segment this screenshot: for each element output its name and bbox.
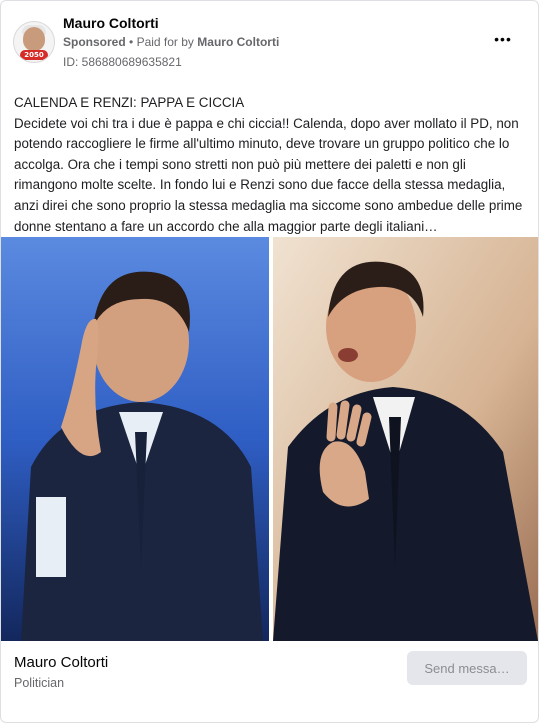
sponsored-label: Sponsored <box>63 35 126 49</box>
author-name[interactable]: Mauro Coltorti <box>63 15 159 31</box>
left-photo-illustration <box>1 237 269 641</box>
more-options-icon[interactable]: ••• <box>490 31 516 47</box>
footer-page-category: Politician <box>14 676 65 690</box>
post-headline: CALENDA E RENZI: PAPPA E CICCIA <box>14 95 245 110</box>
post-body: Decidete voi chi tra i due è pappa e chi… <box>14 115 523 234</box>
paid-by-name[interactable]: Mauro Coltorti <box>197 35 279 49</box>
paid-prefix: Paid for by <box>136 35 194 49</box>
right-photo-illustration <box>273 237 538 641</box>
footer-page-name[interactable]: Mauro Coltorti <box>14 654 108 671</box>
ad-id: ID: 586880689635821 <box>63 55 182 69</box>
send-message-button[interactable]: Send messa… <box>407 651 527 685</box>
ad-card: 2050 Mauro Coltorti Sponsored • Paid for… <box>0 0 539 723</box>
avatar-badge: 2050 <box>20 50 48 60</box>
post-text: CALENDA E RENZI: PAPPA E CICCIA Decidete… <box>14 93 524 237</box>
right-photo[interactable] <box>273 237 538 641</box>
avatar-face <box>23 27 45 51</box>
post-images[interactable] <box>1 237 538 641</box>
left-photo[interactable] <box>1 237 269 641</box>
meta-separator: • <box>129 35 137 49</box>
post-header: 2050 Mauro Coltorti Sponsored • Paid for… <box>13 15 526 75</box>
ad-footer: Mauro Coltorti Politician Send messa… <box>1 641 538 722</box>
page-avatar[interactable]: 2050 <box>13 21 55 63</box>
sponsored-line: Sponsored • Paid for by Mauro Coltorti <box>63 35 279 49</box>
